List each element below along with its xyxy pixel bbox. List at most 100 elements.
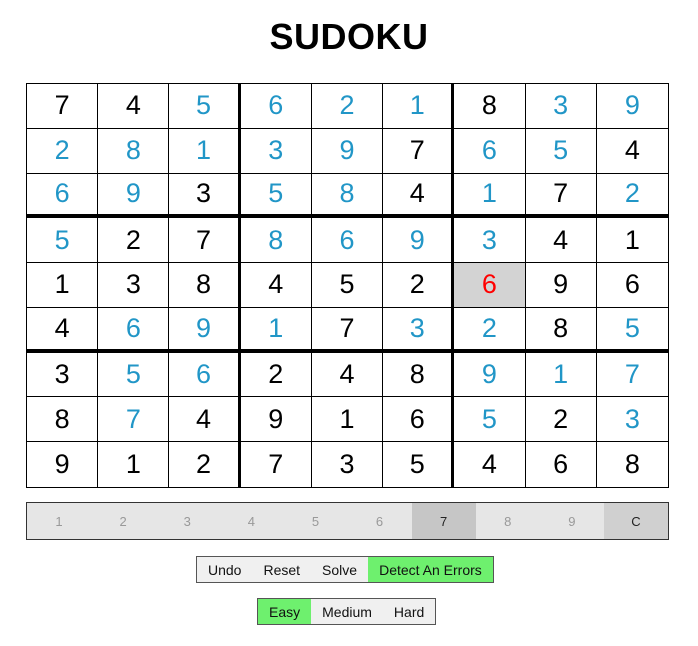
board-cell-r7-c9[interactable]: 7: [596, 353, 668, 398]
board-cell-r9-c5[interactable]: 3: [312, 442, 384, 487]
board-cell-r4-c6[interactable]: 9: [383, 218, 455, 264]
board-cell-r6-c1[interactable]: 4: [27, 307, 99, 353]
solve-button[interactable]: Solve: [311, 557, 368, 582]
board-cell-r5-c9[interactable]: 6: [596, 263, 668, 308]
board-cell-r8-c7[interactable]: 5: [454, 397, 526, 443]
board-cell-r7-c8[interactable]: 1: [525, 352, 597, 398]
board-cell-r8-c9[interactable]: 3: [596, 397, 668, 443]
board-cell-r6-c6[interactable]: 3: [383, 307, 455, 353]
board-cell-r3-c4[interactable]: 5: [240, 173, 312, 219]
reset-button[interactable]: Reset: [252, 557, 311, 582]
board-cell-r1-c6[interactable]: 1: [383, 84, 455, 129]
board-cell-r7-c2[interactable]: 5: [98, 352, 170, 398]
board-cell-r7-c7[interactable]: 9: [454, 352, 526, 398]
board-cell-r7-c4[interactable]: 2: [240, 352, 312, 398]
board-cell-r4-c4[interactable]: 8: [240, 218, 312, 264]
board-cell-r1-c9[interactable]: 9: [596, 84, 668, 129]
board-cell-r3-c2[interactable]: 9: [98, 173, 170, 219]
board-cell-r8-c2[interactable]: 7: [98, 397, 170, 443]
board-cell-r9-c1[interactable]: 9: [27, 442, 99, 487]
board-cell-r3-c7[interactable]: 1: [454, 173, 526, 219]
board-cell-r3-c3[interactable]: 3: [169, 173, 241, 219]
board-cell-r4-c8[interactable]: 4: [525, 218, 597, 264]
board-cell-r8-c8[interactable]: 2: [525, 397, 597, 443]
board-cell-r2-c7[interactable]: 6: [454, 128, 526, 174]
board-cell-r5-c7[interactable]: 6: [454, 263, 526, 308]
board-cell-r3-c6[interactable]: 4: [383, 173, 455, 219]
board-cell-r9-c6[interactable]: 5: [383, 442, 455, 487]
board-cell-r5-c1[interactable]: 1: [27, 263, 99, 308]
medium-button[interactable]: Medium: [311, 599, 383, 624]
board-cell-r8-c3[interactable]: 4: [169, 397, 241, 443]
easy-button[interactable]: Easy: [258, 599, 312, 624]
board-cell-r9-c8[interactable]: 6: [526, 442, 597, 487]
board-cell-r9-c3[interactable]: 2: [169, 442, 241, 487]
board-cell-r8-c6[interactable]: 6: [383, 397, 455, 443]
board-cell-r2-c6[interactable]: 7: [383, 128, 455, 174]
board-cell-r1-c7[interactable]: 8: [454, 84, 526, 129]
board-cell-r6-c7[interactable]: 2: [454, 307, 526, 353]
undo-button[interactable]: Undo: [197, 557, 252, 582]
board-cell-r6-c4[interactable]: 1: [240, 307, 312, 353]
board-cell-r3-c9[interactable]: 2: [596, 174, 668, 219]
board-cell-r1-c5[interactable]: 2: [311, 84, 384, 129]
hard-button[interactable]: Hard: [383, 599, 435, 624]
difficulty-selector: Easy Medium Hard: [257, 598, 437, 625]
numpad-key-5[interactable]: 5: [283, 503, 347, 539]
board-cell-r6-c8[interactable]: 8: [525, 307, 597, 353]
board-cell-r4-c5[interactable]: 6: [311, 218, 384, 264]
board-cell-r1-c2[interactable]: 4: [98, 84, 170, 129]
board-cell-r5-c8[interactable]: 9: [525, 263, 597, 308]
board-cell-r8-c1[interactable]: 8: [27, 397, 99, 443]
board-cell-r1-c3[interactable]: 5: [169, 84, 241, 129]
board-cell-r2-c5[interactable]: 9: [311, 128, 384, 174]
board-cell-r4-c1[interactable]: 5: [27, 218, 99, 264]
number-pad: 123456789C: [26, 502, 669, 540]
board-cell-r3-c8[interactable]: 7: [525, 173, 597, 219]
numpad-key-7[interactable]: 7: [411, 503, 476, 539]
board-cell-r7-c5[interactable]: 4: [311, 352, 384, 398]
board-cell-r6-c3[interactable]: 9: [169, 307, 241, 353]
board-cell-r1-c1[interactable]: 7: [27, 84, 99, 129]
board-cell-r2-c3[interactable]: 1: [169, 128, 241, 174]
board-cell-r1-c4[interactable]: 6: [240, 84, 312, 129]
numpad-clear-key[interactable]: C: [603, 503, 668, 539]
board-cell-r7-c6[interactable]: 8: [383, 352, 455, 398]
board-cell-r9-c2[interactable]: 1: [98, 442, 170, 487]
board-cell-r7-c3[interactable]: 6: [169, 352, 241, 398]
board-cell-r8-c4[interactable]: 9: [240, 397, 312, 443]
detect-errors-button[interactable]: Detect An Errors: [368, 557, 493, 582]
board-cell-r6-c9[interactable]: 5: [596, 308, 668, 353]
board-cell-r5-c4[interactable]: 4: [240, 263, 312, 308]
board-cell-r5-c3[interactable]: 8: [169, 263, 241, 308]
board-cell-r4-c7[interactable]: 3: [454, 218, 526, 264]
board-cell-r8-c5[interactable]: 1: [311, 397, 384, 443]
numpad-key-3[interactable]: 3: [155, 503, 219, 539]
board-cell-r9-c4[interactable]: 7: [241, 442, 312, 487]
board-cell-r4-c3[interactable]: 7: [169, 218, 241, 264]
numpad-key-6[interactable]: 6: [347, 503, 411, 539]
board-cell-r2-c9[interactable]: 4: [596, 129, 668, 174]
board-cell-r1-c8[interactable]: 3: [525, 84, 597, 129]
board-cell-r6-c2[interactable]: 6: [98, 307, 170, 353]
board-cell-r5-c2[interactable]: 3: [98, 263, 170, 308]
numpad-key-4[interactable]: 4: [219, 503, 283, 539]
board-cell-r4-c2[interactable]: 2: [98, 218, 170, 264]
numpad-key-2[interactable]: 2: [91, 503, 155, 539]
numpad-key-1[interactable]: 1: [27, 503, 91, 539]
board-cell-r9-c9[interactable]: 8: [597, 442, 668, 487]
board-cell-r4-c9[interactable]: 1: [596, 218, 668, 264]
board-cell-r3-c1[interactable]: 6: [27, 173, 99, 219]
board-cell-r9-c7[interactable]: 4: [454, 442, 526, 487]
board-cell-r2-c1[interactable]: 2: [27, 128, 99, 174]
board-cell-r2-c2[interactable]: 8: [98, 128, 170, 174]
board-cell-r6-c5[interactable]: 7: [311, 307, 384, 353]
board-cell-r7-c1[interactable]: 3: [27, 352, 99, 398]
board-cell-r2-c8[interactable]: 5: [525, 128, 597, 174]
board-cell-r5-c5[interactable]: 5: [311, 263, 384, 308]
board-cell-r5-c6[interactable]: 2: [383, 263, 455, 308]
numpad-key-8[interactable]: 8: [476, 503, 540, 539]
board-cell-r3-c5[interactable]: 8: [311, 173, 384, 219]
numpad-key-9[interactable]: 9: [540, 503, 604, 539]
board-cell-r2-c4[interactable]: 3: [240, 128, 312, 174]
